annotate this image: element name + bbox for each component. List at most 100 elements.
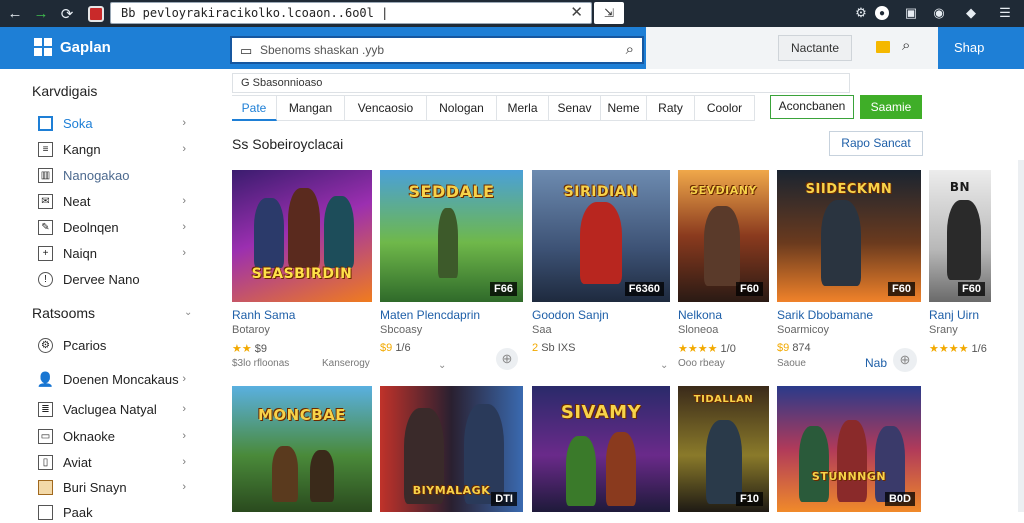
game-art-title: SIVAMY xyxy=(560,402,642,423)
search-icon[interactable]: ⌕ xyxy=(902,37,910,54)
close-icon[interactable]: ✕ xyxy=(570,3,583,23)
chevron-down-icon[interactable]: ⌄ xyxy=(438,360,446,371)
app-logo-icon[interactable] xyxy=(34,38,52,56)
list-icon: ≡ xyxy=(38,141,53,157)
card-icon: ▭ xyxy=(38,428,53,444)
sidebar-heading-2: Ratsooms xyxy=(32,305,96,321)
game-art-title: TIDALLAN xyxy=(693,394,754,405)
arrow-right-icon[interactable]: → xyxy=(30,3,52,25)
chevron-right-icon: › xyxy=(182,481,186,493)
document-icon: ≣ xyxy=(38,401,53,417)
stop-icon[interactable] xyxy=(88,5,104,22)
sidebar-item-soka[interactable]: Soka › xyxy=(38,112,198,134)
advanced-filter-button[interactable]: Aconcbanen xyxy=(770,95,854,119)
game-title[interactable]: Ranj Uirn xyxy=(929,308,979,322)
chevron-down-icon[interactable]: ⌄ xyxy=(184,307,192,318)
game-thumbnail[interactable]: STUNNNGN B0D xyxy=(777,386,921,512)
game-thumbnail[interactable]: SIVAMY xyxy=(532,386,670,512)
sidebar-item-aviat[interactable]: ▯ Aviat › xyxy=(38,451,198,473)
filter-tab-merla[interactable]: Merla xyxy=(497,95,549,121)
profile-icon[interactable]: ◉ xyxy=(930,4,948,22)
tab-icon[interactable]: ⇲ xyxy=(594,2,624,24)
filter-tab-vencaosio[interactable]: Vencaosio xyxy=(345,95,427,121)
sort-button[interactable]: Rapo Sancat xyxy=(829,131,923,156)
search-icon: ▭ xyxy=(240,43,253,58)
header-action-button[interactable]: Nactante xyxy=(778,35,852,61)
filter-tab-senav[interactable]: Senav xyxy=(549,95,601,121)
chevron-right-icon: › xyxy=(182,195,186,207)
game-thumbnail[interactable]: BIYMALAGK DTI xyxy=(380,386,523,512)
magnifier-icon[interactable]: ⌕ xyxy=(626,38,634,62)
sidebar-item-pcarios[interactable]: ⚙ Pcarios xyxy=(38,334,198,356)
reload-icon[interactable]: ⟳ xyxy=(56,3,78,25)
game-title[interactable]: Maten Plencdaprin xyxy=(380,308,480,322)
sidebar-heading: Karvdigais xyxy=(32,83,98,99)
filter-tab-mangan[interactable]: Mangan xyxy=(277,95,345,121)
sidebar-item-buri-snayn[interactable]: Buri Snayn › xyxy=(38,476,198,498)
game-thumbnail[interactable]: SIRIDIAN F6360 xyxy=(532,170,670,302)
shield-icon: ! xyxy=(38,271,53,287)
sidebar-item-oknaoke[interactable]: ▭ Oknaoke › xyxy=(38,425,198,447)
sidebar-item-dervee-nano[interactable]: ! Dervee Nano xyxy=(38,268,198,290)
menu-icon[interactable]: ☰ xyxy=(996,4,1014,22)
filter-tabs: Pate Mangan Vencaosio Nologan Merla Sena… xyxy=(232,95,755,121)
game-art-title: SIRIDIAN xyxy=(563,184,639,200)
section-title: Ss Sobeiroyclacai xyxy=(232,136,344,152)
sidebar-item-paak[interactable]: Paak xyxy=(38,501,198,523)
chevron-right-icon: › xyxy=(182,456,186,468)
arrow-left-icon[interactable]: ← xyxy=(4,3,26,25)
folder-icon[interactable] xyxy=(876,41,890,53)
sidebar-item-neat[interactable]: ✉ Neat › xyxy=(38,190,198,212)
breadcrumb[interactable]: G Sbasonnioaso xyxy=(232,73,850,93)
filter-tab-coolor[interactable]: Coolor xyxy=(695,95,755,121)
user-icon: 👤 xyxy=(36,370,55,387)
sidebar-item-doenen[interactable]: 👤 Doenen Moncakaus › xyxy=(36,368,198,390)
chevron-right-icon: › xyxy=(182,143,186,155)
download-icon[interactable]: ◆ xyxy=(962,4,980,22)
apply-filter-button[interactable]: Saamie xyxy=(860,95,922,119)
game-title[interactable]: Nelkona xyxy=(678,308,722,322)
game-title[interactable]: Goodon Sanjn xyxy=(532,308,609,322)
game-thumbnail[interactable]: TIDALLAN F10 xyxy=(678,386,769,512)
box-icon xyxy=(38,504,53,520)
game-thumbnail[interactable]: SEASBIRDIN xyxy=(232,170,372,302)
chevron-down-icon[interactable]: ⌄ xyxy=(660,360,668,371)
game-rating: ★★★★ 1/6 xyxy=(929,343,987,355)
folder-icon xyxy=(38,479,53,495)
scrollbar[interactable] xyxy=(1018,160,1024,512)
filter-tab-neme[interactable]: Neme xyxy=(601,95,647,121)
share-icon[interactable]: ⊕ xyxy=(496,348,518,370)
extension-icon[interactable]: ▣ xyxy=(902,4,920,22)
sidebar-item-deolnqen[interactable]: ✎ Deolnqen › xyxy=(38,216,198,238)
game-badge[interactable]: Nab xyxy=(865,356,887,370)
search-input[interactable]: ▭ Sbenoms shaskan .yyb ⌕ xyxy=(230,36,644,64)
grid-icon: ▥ xyxy=(38,167,53,183)
game-title[interactable]: Ranh Sama xyxy=(232,308,295,322)
settings-icon[interactable]: ⚙ xyxy=(852,4,870,22)
filter-tab-raty[interactable]: Raty xyxy=(647,95,695,121)
game-thumbnail[interactable]: SEVDIANY F60 xyxy=(678,170,769,302)
sidebar-item-nanogakao[interactable]: ▥ Nanogakao xyxy=(38,164,198,186)
game-thumbnail[interactable]: MONCBAE xyxy=(232,386,372,512)
app-name[interactable]: Gaplan xyxy=(60,39,111,56)
game-title[interactable]: Sarik Dbobamane xyxy=(777,308,873,322)
sidebar-item-vaclugea[interactable]: ≣ Vaclugea Natyal › xyxy=(38,398,198,420)
game-art-title: BN xyxy=(949,180,971,194)
browser-toolbar: ← → ⟳ Bb pevloyrakiracikolko.lcoaon..6o0… xyxy=(0,0,1024,27)
game-thumbnail[interactable]: BN F60 xyxy=(929,170,991,302)
game-rating: $9 1/6 xyxy=(380,342,411,354)
sidebar-item-kangn[interactable]: ≡ Kangn › xyxy=(38,138,198,160)
circle-icon[interactable]: ● xyxy=(875,6,889,20)
sidebar-item-naiqn[interactable]: + Naiqn › xyxy=(38,242,198,264)
share-icon[interactable]: ⊕ xyxy=(893,348,917,372)
game-art-title: SEASBIRDIN xyxy=(251,266,353,282)
filter-tab-pate[interactable]: Pate xyxy=(232,95,277,121)
game-thumbnail[interactable]: SIIDECKMN F60 xyxy=(777,170,921,302)
chevron-right-icon: › xyxy=(182,373,186,385)
signup-link[interactable]: Shap xyxy=(954,40,984,55)
game-subtitle: Sbcoasy xyxy=(380,324,423,336)
filter-tab-nologan[interactable]: Nologan xyxy=(427,95,497,121)
game-art-title: SEVDIANY xyxy=(690,184,757,197)
game-thumbnail[interactable]: SEDDALE F66 xyxy=(380,170,523,302)
url-bar[interactable]: Bb pevloyrakiracikolko.lcoaon..6o0l | ✕ xyxy=(110,2,592,24)
